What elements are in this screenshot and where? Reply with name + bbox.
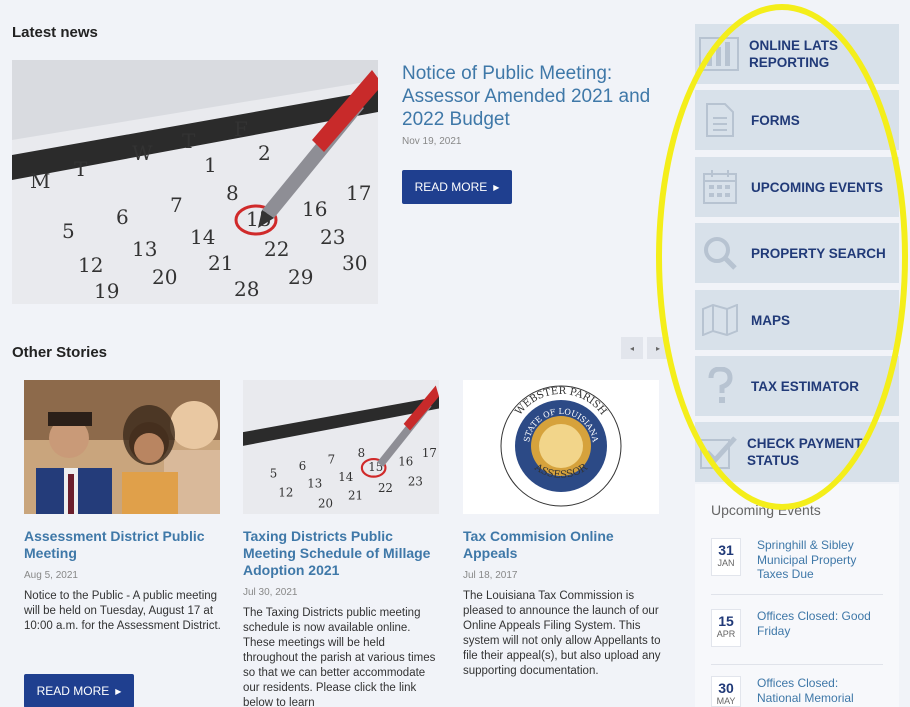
read-more-label: READ MORE: [414, 180, 488, 194]
event-month: APR: [716, 629, 736, 639]
svg-text:17: 17: [346, 181, 371, 205]
svg-text:W: W: [132, 141, 153, 165]
event-title[interactable]: Offices Closed: National Memorial: [757, 676, 883, 707]
event-day: 30: [718, 680, 734, 696]
carousel-controls: ◂ ▸: [621, 337, 669, 359]
event-date-badge: 31 JAN: [711, 538, 741, 576]
svg-text:22: 22: [264, 237, 289, 261]
svg-text:F: F: [234, 117, 248, 141]
svg-text:8: 8: [358, 446, 365, 460]
caret-right-icon: ▶: [115, 686, 122, 696]
event-divider: [711, 594, 883, 595]
svg-text:20: 20: [152, 265, 177, 289]
svg-text:28: 28: [234, 277, 259, 301]
svg-text:14: 14: [338, 470, 353, 484]
story-card: Assessment District Public Meeting Aug 5…: [24, 380, 224, 634]
svg-text:5: 5: [62, 219, 75, 243]
story-image-people[interactable]: [24, 380, 220, 514]
event-month: JAN: [717, 558, 735, 568]
caret-right-icon: ▶: [493, 182, 500, 192]
svg-text:1: 1: [204, 153, 217, 177]
featured-article-date: Nov 19, 2021: [402, 136, 462, 147]
story-summary: The Taxing Districts public meeting sche…: [243, 607, 436, 706]
svg-text:6: 6: [116, 205, 129, 229]
svg-text:6: 6: [299, 459, 306, 473]
svg-text:7: 7: [170, 193, 183, 217]
svg-text:8: 8: [226, 181, 239, 205]
svg-text:2: 2: [258, 141, 271, 165]
story-summary: Notice to the Public - A public meeting …: [24, 590, 221, 632]
svg-text:16: 16: [302, 197, 327, 221]
story-image-calendar[interactable]: 5678 12 13 14 15 16 17 20 21 22 23: [243, 380, 439, 514]
svg-text:23: 23: [320, 225, 345, 249]
svg-text:30: 30: [342, 251, 367, 275]
story-title[interactable]: Assessment District Public Meeting: [24, 528, 224, 562]
story-read-more-button[interactable]: READ MORE ▶: [24, 674, 134, 707]
event-item[interactable]: 30 MAY Offices Closed: National Memorial: [711, 676, 883, 707]
event-item[interactable]: 31 JAN Springhill & Sibley Municipal Pro…: [711, 538, 883, 582]
event-date-badge: 15 APR: [711, 609, 741, 647]
event-divider: [711, 664, 883, 665]
featured-read-more-button[interactable]: READ MORE ▶: [402, 170, 512, 204]
svg-text:5: 5: [270, 467, 277, 481]
svg-text:23: 23: [408, 474, 423, 488]
svg-text:19: 19: [94, 279, 119, 303]
story-title[interactable]: Tax Commision Online Appeals: [463, 528, 663, 562]
svg-text:20: 20: [318, 496, 333, 510]
svg-text:13: 13: [132, 237, 157, 261]
prev-arrow-icon[interactable]: ◂: [621, 337, 643, 359]
svg-text:22: 22: [378, 481, 393, 495]
svg-text:17: 17: [422, 446, 437, 460]
story-date: Jul 30, 2021: [243, 587, 298, 598]
featured-calendar-image[interactable]: MTW TF 12 5678 12 13 14 15 16 17 19 20 21 22 23…: [12, 60, 378, 304]
event-month: MAY: [716, 696, 736, 706]
event-title[interactable]: Offices Closed: Good Friday: [757, 609, 883, 647]
story-title[interactable]: Taxing Districts Public Meeting Schedule…: [243, 528, 443, 579]
latest-news-heading: Latest news: [12, 24, 98, 41]
svg-text:14: 14: [190, 225, 215, 249]
svg-text:12: 12: [78, 253, 103, 277]
event-day: 31: [718, 542, 734, 558]
other-stories-heading: Other Stories: [12, 344, 108, 361]
svg-text:7: 7: [328, 452, 335, 466]
assessor-seal-image[interactable]: WEBSTER PARISH STATE OF LOUISIANA ASSESS…: [463, 380, 659, 514]
event-date-badge: 30 MAY: [711, 676, 741, 707]
svg-text:16: 16: [398, 455, 413, 469]
svg-text:T: T: [182, 129, 196, 153]
story-card: WEBSTER PARISH STATE OF LOUISIANA ASSESS…: [463, 380, 663, 679]
highlight-ellipse-annotation: [656, 4, 908, 510]
read-more-label: READ MORE: [36, 684, 110, 698]
svg-text:29: 29: [288, 265, 313, 289]
story-date: Aug 5, 2021: [24, 570, 78, 581]
svg-text:21: 21: [348, 489, 363, 503]
svg-text:21: 21: [208, 251, 233, 275]
svg-text:T: T: [74, 157, 88, 181]
featured-article-title[interactable]: Notice of Public Meeting: Assessor Amend…: [402, 62, 672, 131]
event-title[interactable]: Springhill & Sibley Municipal Property T…: [757, 538, 883, 582]
story-summary: The Louisiana Tax Commission is pleased …: [463, 590, 661, 677]
story-date: Jul 18, 2017: [463, 570, 518, 581]
svg-text:13: 13: [307, 477, 322, 491]
event-item[interactable]: 15 APR Offices Closed: Good Friday: [711, 609, 883, 647]
svg-text:M: M: [30, 169, 50, 193]
story-card: 5678 12 13 14 15 16 17 20 21 22 23 Taxing Distr…: [243, 380, 443, 706]
svg-text:12: 12: [278, 485, 293, 499]
event-day: 15: [718, 613, 734, 629]
